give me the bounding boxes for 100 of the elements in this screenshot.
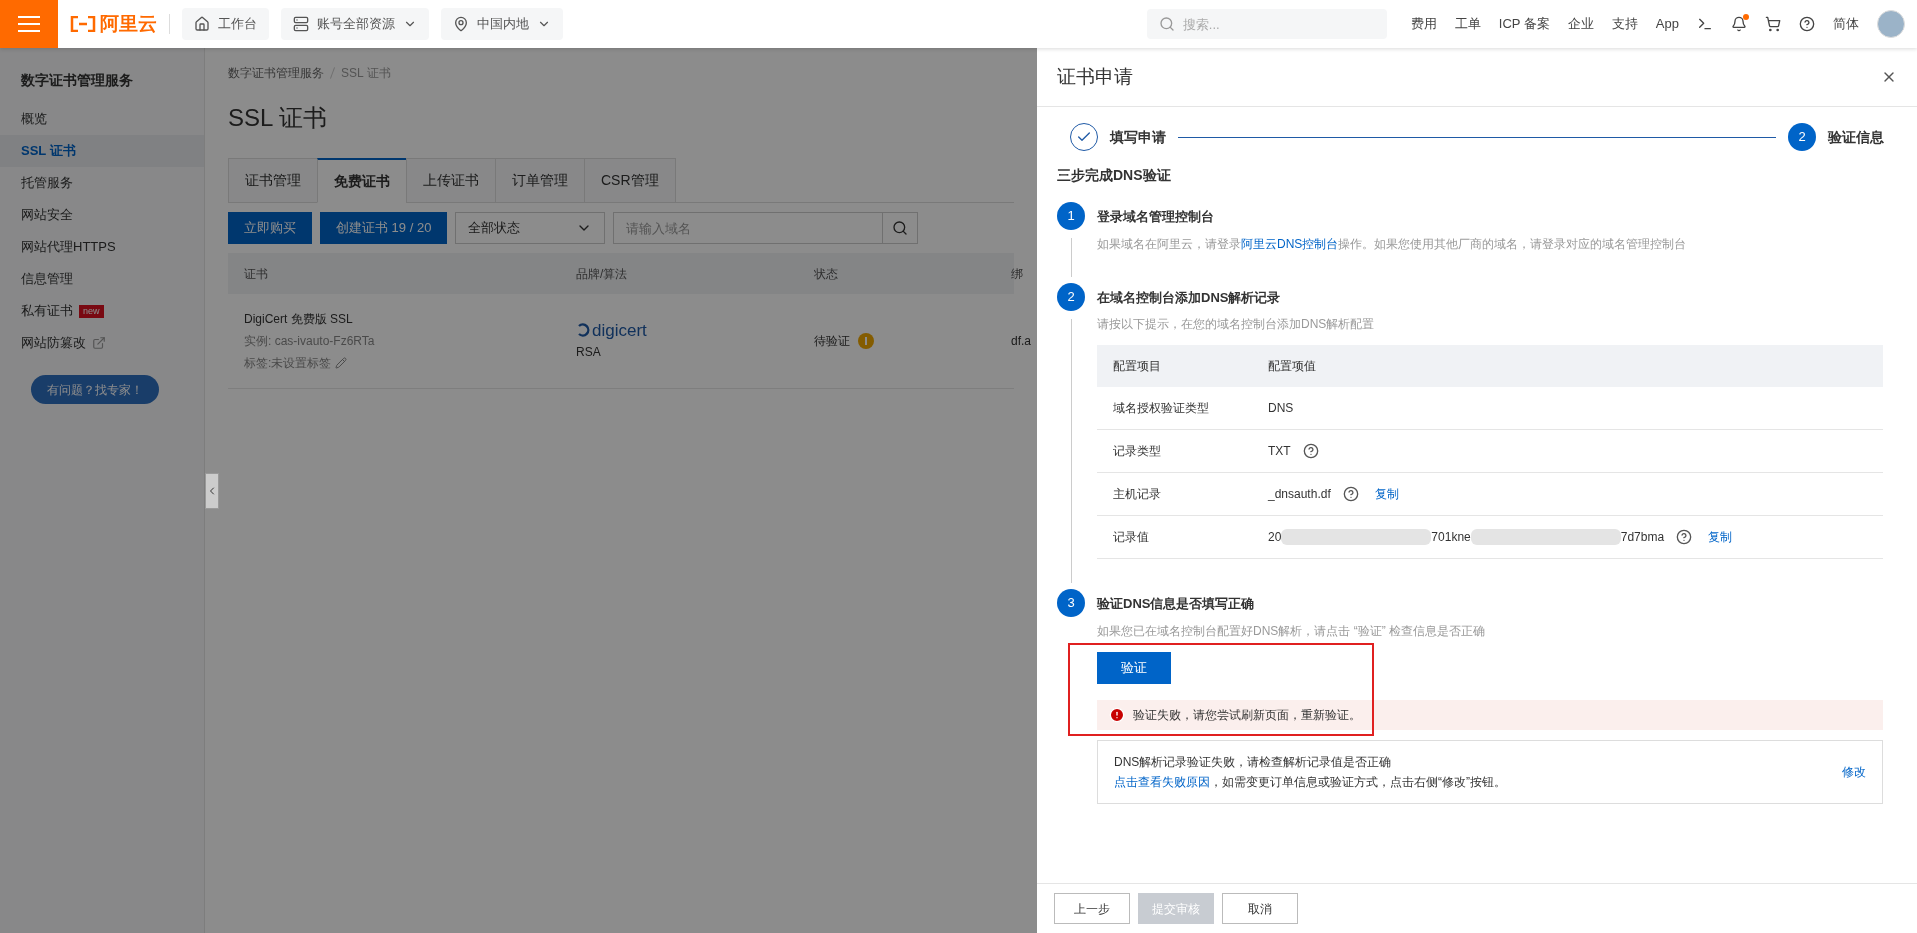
search-icon [1158, 16, 1175, 32]
step-number: 2 [1788, 123, 1816, 151]
sidebar-item[interactable]: 概览 [0, 103, 204, 135]
copy-link[interactable]: 复制 [1374, 485, 1399, 503]
location-icon [453, 16, 469, 32]
notification-icon[interactable] [1731, 16, 1747, 32]
brand-name: digicert [592, 321, 647, 339]
copy-link[interactable]: 复制 [1708, 528, 1733, 546]
sidebar-item[interactable]: 托管服务 [0, 167, 204, 199]
status-text: 待验证 [814, 333, 850, 350]
logo-icon [70, 16, 96, 32]
tab[interactable]: 订单管理 [495, 158, 585, 203]
step-description: 如果您已在域名控制台配置好DNS解析，请点击 “验证” 检查信息是否正确 [1097, 622, 1486, 640]
tab[interactable]: 免费证书 [317, 158, 407, 203]
step-label: 填写申请 [1110, 127, 1166, 147]
section-heading: 三步完成DNS验证 [1057, 166, 1172, 185]
error-text: 验证失败，请您尝试刷新页面，重新验证。 [1133, 706, 1361, 724]
toolbar-button[interactable]: 创建证书 19 / 20 [320, 212, 448, 244]
edit-icon[interactable] [335, 357, 348, 369]
menu-button[interactable] [0, 0, 58, 48]
language-link[interactable]: 简体 [1833, 14, 1859, 34]
table-cell-text: 主机记录 [1113, 486, 1162, 503]
page-title: SSL 证书 [228, 103, 329, 133]
menu-icon [18, 15, 40, 33]
terminal-icon[interactable] [1697, 16, 1713, 32]
error-icon [1109, 706, 1125, 723]
verify-button[interactable]: 验证 [1097, 651, 1171, 684]
certificate-name: DigiCert 免费版 SSL [244, 311, 354, 328]
step-title: 登录域名管理控制台 [1097, 208, 1215, 226]
sidebar-item[interactable]: SSL 证书 [0, 135, 204, 167]
instance-id: 实例: cas-ivauto-Fz6RTa [244, 333, 376, 350]
sidebar-item[interactable]: 私有证书 new [0, 295, 204, 327]
table-cell-text: 记录类型 [1113, 443, 1162, 460]
top-link[interactable]: 支持 [1611, 14, 1638, 34]
brand-logo-icon [576, 323, 590, 337]
record-value: DNS [1268, 400, 1294, 417]
table-cell-text: 域名授权验证类型 [1113, 400, 1210, 417]
record-value: _dnsauth.df [1268, 486, 1331, 503]
top-link[interactable]: 工单 [1454, 14, 1481, 34]
cart-icon[interactable] [1765, 16, 1781, 32]
step-title: 验证DNS信息是否填写正确 [1097, 595, 1256, 613]
tab[interactable]: CSR管理 [584, 158, 676, 203]
console-link[interactable]: 阿里云DNS控制台 [1241, 236, 1339, 251]
search-button[interactable] [883, 212, 919, 244]
breadcrumb-item[interactable]: 数字证书管理服务 [228, 64, 324, 82]
sidebar-item[interactable]: 网站代理HTTPS [0, 231, 204, 263]
search-icon [892, 220, 909, 236]
table-cell-text: df.a [1011, 333, 1031, 350]
column-header: 配置项值 [1268, 358, 1317, 375]
tab[interactable]: 证书管理 [228, 158, 318, 203]
column-header: 配置项目 [1113, 358, 1162, 375]
step-title: 在域名控制台添加DNS解析记录 [1097, 288, 1282, 307]
record-value: TXT [1268, 443, 1291, 460]
column-header: 品牌/算法 [576, 265, 629, 283]
home-icon [194, 16, 210, 32]
status-select[interactable]: 全部状态 [455, 212, 606, 244]
help-button[interactable]: 有问题？找专家！ [31, 375, 159, 404]
sidebar-item[interactable]: 网站安全 [0, 199, 204, 231]
column-header: 状态 [814, 265, 839, 283]
external-link-icon [92, 336, 106, 350]
help-icon[interactable] [1799, 16, 1815, 32]
tab[interactable]: 上传证书 [406, 158, 496, 203]
footer-button[interactable]: 取消 [1222, 893, 1298, 924]
sidebar-item[interactable]: 信息管理 [0, 263, 204, 295]
step-description: 如果域名在阿里云，请登录阿里云DNS控制台操作。如果您使用其他厂商的域名，请登录对应的域名管理控制台 [1097, 235, 1688, 253]
step-description: 请按以下提示，在您的域名控制台添加DNS解析配置 [1097, 316, 1376, 333]
new-badge: new [79, 304, 104, 318]
top-link[interactable]: 企业 [1567, 14, 1594, 34]
help-icon[interactable] [1676, 529, 1693, 545]
step-number: 3 [1057, 589, 1085, 617]
top-link[interactable]: ICP 备案 [1498, 14, 1550, 34]
drawer-title: 证书申请 [1057, 64, 1133, 89]
column-header: 证书 [244, 265, 269, 283]
nav-button[interactable]: 工作台 [182, 8, 269, 40]
sidebar-item[interactable]: 网站防篡改 [0, 327, 204, 359]
notice-text: 点击查看失败原因，如需变更订单信息或验证方式，点击右侧“修改”按钮。 [1114, 773, 1506, 791]
record-value: 701kne [1431, 529, 1471, 546]
search-field[interactable]: 搜索... [1146, 9, 1387, 39]
step-label: 验证信息 [1828, 127, 1884, 147]
notice-text: DNS解析记录验证失败，请检查解析记录值是否正确 [1114, 753, 1393, 771]
modify-link[interactable]: 修改 [1842, 762, 1866, 781]
record-value: 7d7bma [1620, 529, 1665, 546]
step-number: 2 [1057, 282, 1085, 311]
help-icon[interactable] [1342, 486, 1359, 502]
sidebar-title: 数字证书管理服务 [20, 71, 134, 90]
help-icon[interactable] [1302, 443, 1319, 459]
failure-reason-link[interactable]: 点击查看失败原因 [1114, 774, 1210, 789]
nav-button[interactable]: 中国内地 [441, 8, 563, 40]
nav-button[interactable]: 账号全部资源 [281, 8, 429, 40]
step-number: 1 [1057, 202, 1085, 230]
column-header: 绑 [1011, 265, 1023, 283]
toolbar-button[interactable]: 立即购买 [228, 212, 312, 244]
brand-name: 阿里云 [100, 11, 157, 36]
top-link[interactable]: 费用 [1410, 14, 1437, 34]
top-link[interactable]: App [1655, 14, 1679, 34]
table-cell-text: 记录值 [1113, 529, 1150, 546]
algorithm: RSA [576, 343, 602, 361]
footer-button[interactable]: 上一步 [1054, 893, 1130, 924]
record-value: 20 [1268, 529, 1282, 546]
collapse-handle[interactable] [205, 473, 219, 509]
